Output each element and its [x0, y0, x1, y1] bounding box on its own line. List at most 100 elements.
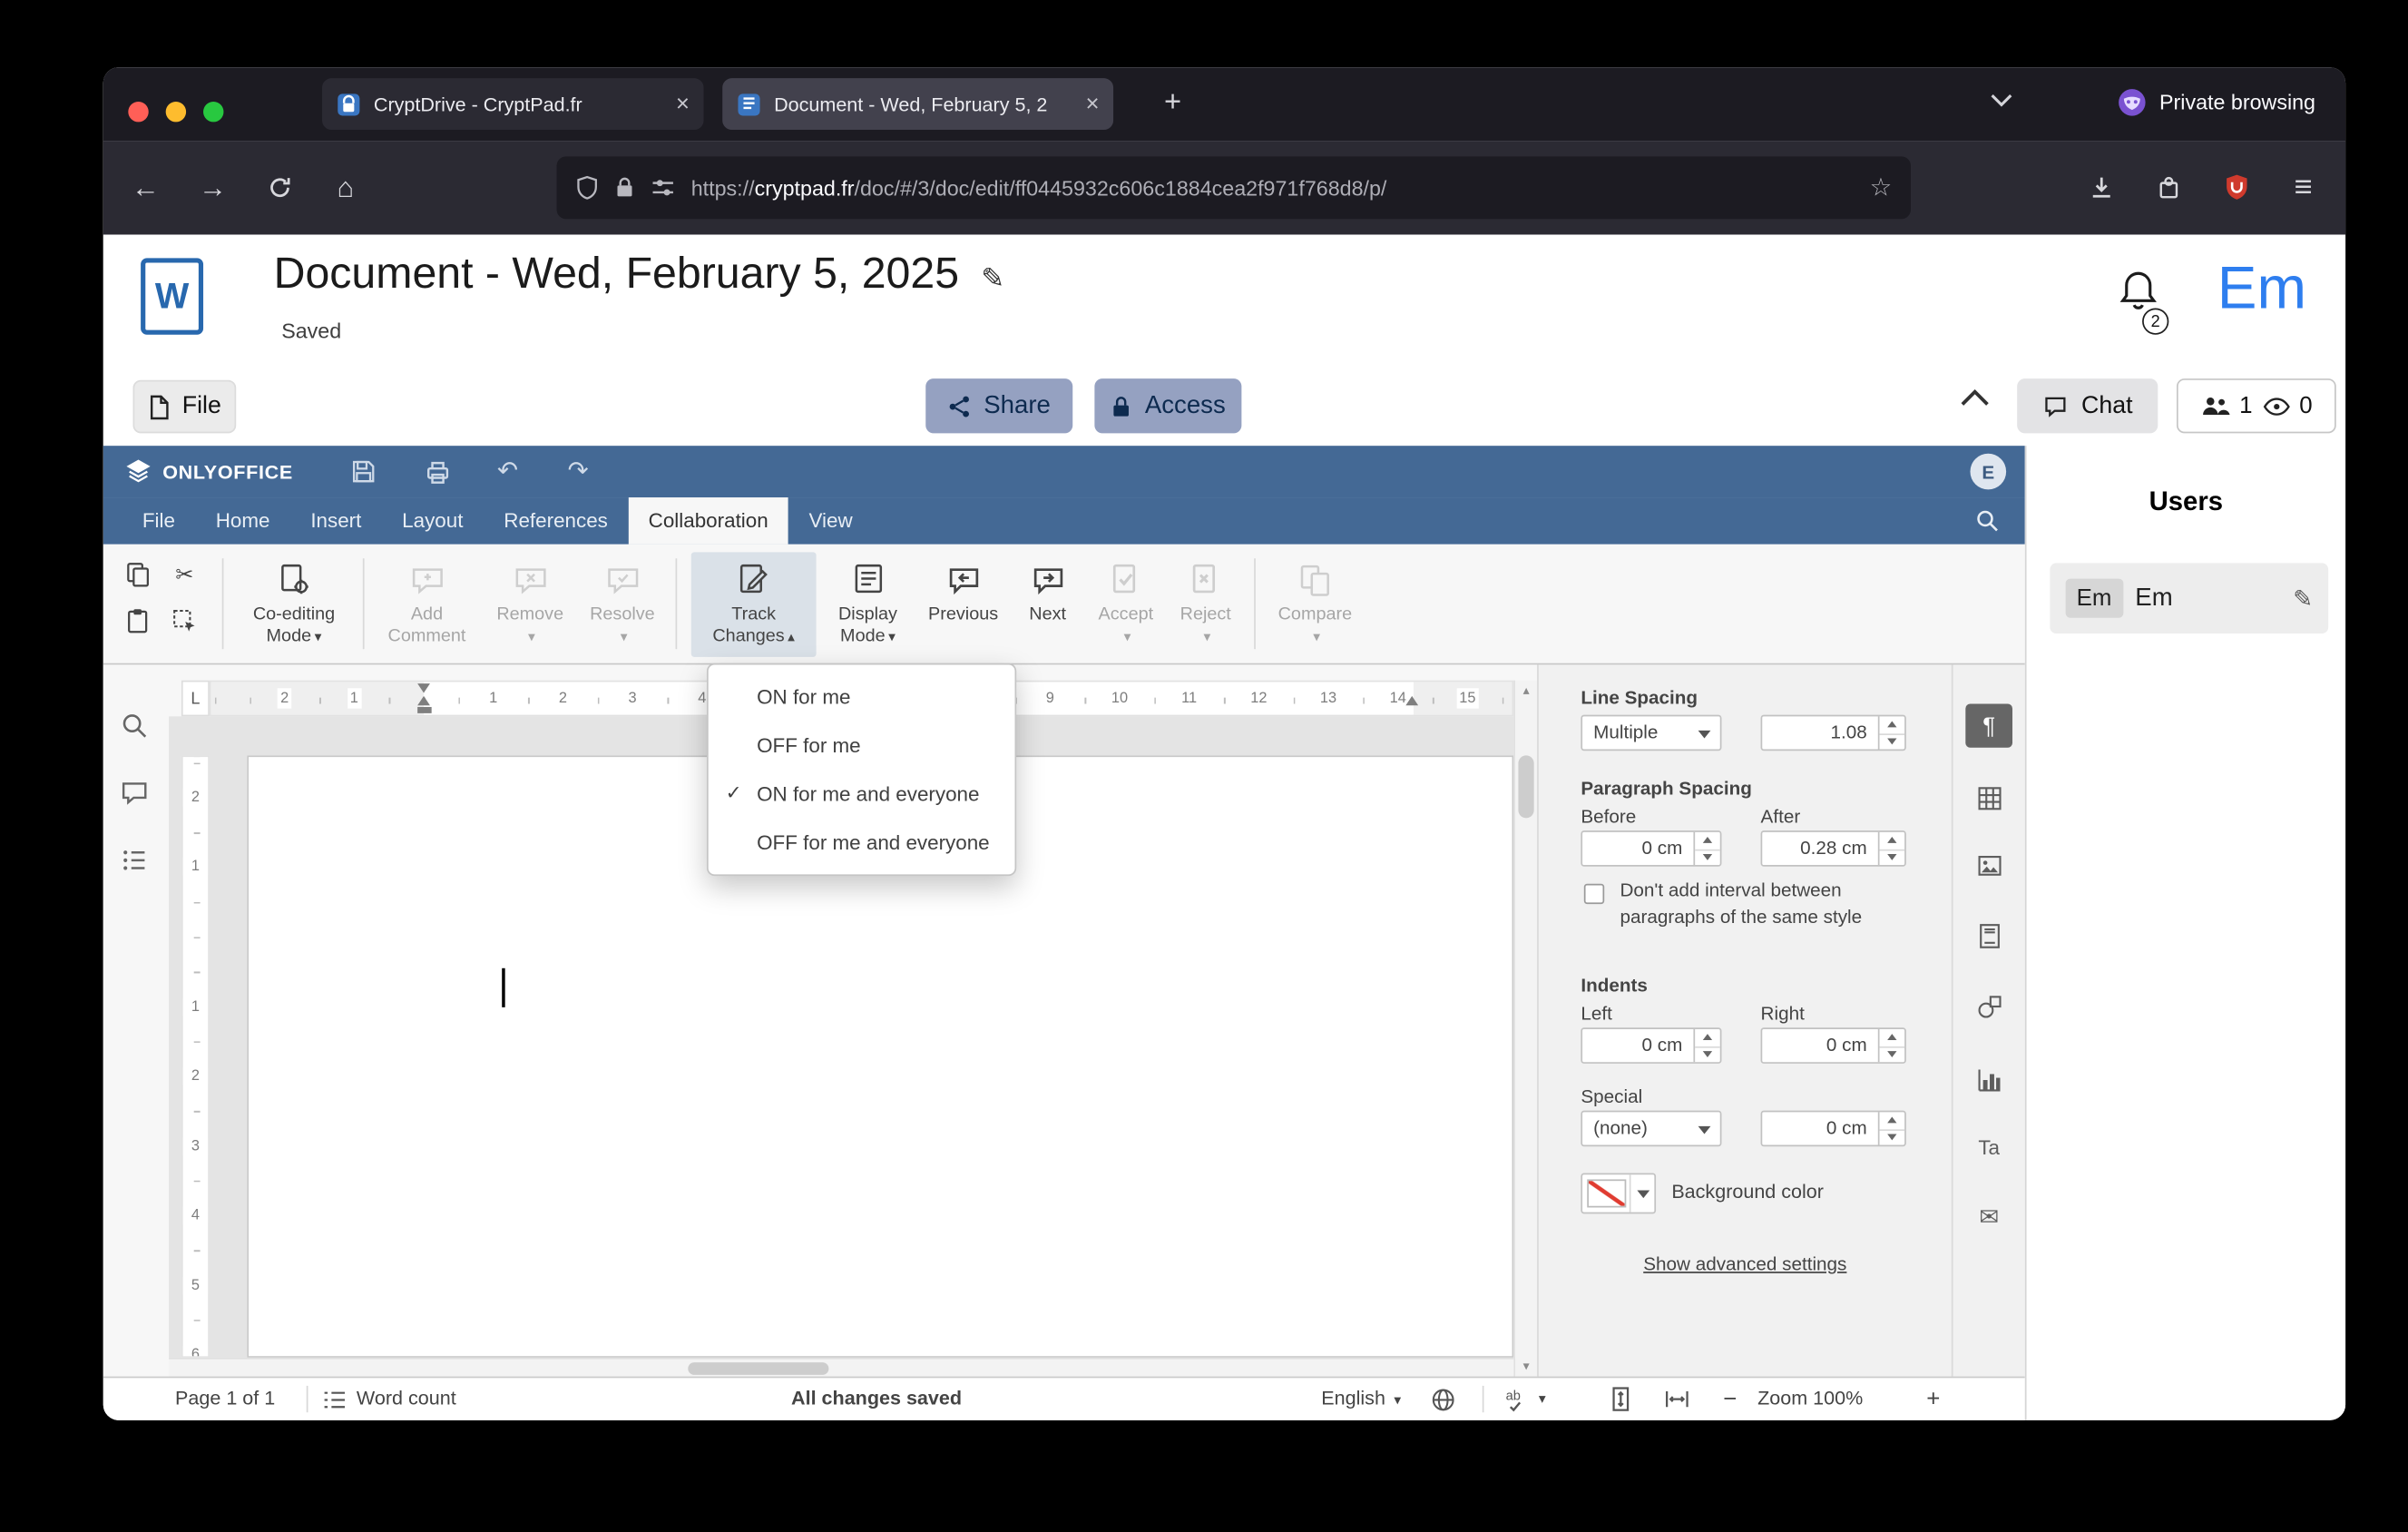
find-icon[interactable] — [121, 712, 149, 748]
tab-layout[interactable]: Layout — [382, 497, 484, 545]
header-footer-settings-icon[interactable] — [1965, 913, 2012, 957]
spacing-after-field[interactable]: 0.28 cm — [1760, 830, 1906, 867]
left-indent-marker[interactable] — [416, 695, 430, 706]
menu-item-off-for-everyone[interactable]: OFF for me and everyone — [709, 818, 1015, 866]
tab-collaboration[interactable]: Collaboration — [628, 497, 789, 545]
minimize-window-button[interactable] — [165, 102, 187, 123]
home-button[interactable]: ⌂ — [324, 166, 367, 210]
show-advanced-settings-link[interactable]: Show advanced settings — [1539, 1252, 1952, 1274]
notifications-bell[interactable]: 2 — [2117, 269, 2173, 335]
menu-item-off-for-me[interactable]: OFF for me — [709, 721, 1015, 769]
presence-indicator[interactable]: 1 0 — [2176, 378, 2336, 434]
spinner-buttons[interactable] — [1693, 831, 1720, 866]
vertical-ruler[interactable]: 2 1 1 2 3 4 5 6 — [181, 755, 210, 1358]
background-color-picker[interactable] — [1581, 1173, 1657, 1214]
zoom-window-button[interactable] — [203, 102, 224, 123]
edit-title-pencil-icon[interactable]: ✎ — [981, 263, 1004, 294]
share-button[interactable]: Share — [925, 378, 1073, 434]
zoom-out-button[interactable]: − — [1723, 1378, 1737, 1420]
tab-references[interactable]: References — [484, 497, 628, 545]
permissions-icon[interactable] — [651, 175, 676, 201]
spinner-buttons[interactable] — [1877, 716, 1905, 750]
print-button[interactable] — [424, 458, 452, 495]
tab-insert[interactable]: Insert — [290, 497, 382, 545]
user-list-item[interactable]: Em Em ✎ — [2050, 563, 2329, 633]
scroll-up-arrow[interactable]: ▴ — [1515, 681, 1537, 701]
special-select[interactable]: (none) — [1581, 1110, 1722, 1147]
extensions-puzzle-icon[interactable] — [2147, 166, 2190, 210]
document-title[interactable]: Document - Wed, February 5, 2025 ✎ — [274, 249, 1005, 299]
save-button[interactable] — [350, 458, 377, 493]
track-changes-button[interactable]: Track Changes ▴ — [690, 552, 817, 657]
language-selector[interactable]: English ▾ — [1321, 1378, 1401, 1420]
left-indent-handle[interactable] — [416, 706, 431, 713]
mail-merge-icon[interactable]: ✉ — [1965, 1195, 2012, 1239]
no-interval-checkbox[interactable] — [1583, 883, 1605, 905]
list-tabs-chevron-icon[interactable] — [1989, 93, 2014, 108]
bookmark-star-icon[interactable]: ☆ — [1870, 172, 1893, 203]
remove-comment-button[interactable]: Remove ▾ — [488, 552, 573, 656]
forward-button[interactable]: → — [191, 166, 234, 210]
line-spacing-amount-field[interactable]: 1.08 — [1760, 714, 1906, 751]
comments-panel-icon[interactable] — [121, 779, 149, 815]
vertical-scroll-thumb[interactable] — [1518, 755, 1534, 819]
text-art-settings-icon[interactable]: Ta — [1965, 1124, 2012, 1168]
url-text[interactable]: https://cryptpad.fr/doc/#/3/doc/edit/ff0… — [691, 176, 1855, 200]
zoom-in-button[interactable]: + — [1926, 1378, 1940, 1420]
image-settings-icon[interactable] — [1965, 843, 2012, 887]
display-mode-button[interactable]: Display Mode ▾ — [823, 552, 914, 656]
spell-check-toggle-icon[interactable]: ab — [1504, 1386, 1531, 1417]
table-settings-icon[interactable] — [1965, 776, 2012, 820]
scroll-down-arrow[interactable]: ▾ — [1515, 1356, 1537, 1376]
redo-button[interactable]: ↷ — [568, 458, 589, 486]
file-button[interactable]: File — [132, 379, 237, 434]
word-count-label[interactable]: Word count — [357, 1378, 456, 1420]
special-amount-field[interactable]: 0 cm — [1760, 1110, 1906, 1147]
menu-hamburger-icon[interactable]: ≡ — [2281, 166, 2325, 210]
edit-name-pencil-icon[interactable]: ✎ — [2293, 584, 2313, 612]
menu-item-on-for-everyone[interactable]: ✓ ON for me and everyone — [709, 770, 1015, 818]
tab-file[interactable]: File — [122, 497, 195, 545]
navigation-headings-icon[interactable] — [121, 846, 149, 882]
tab-stop-selector[interactable]: L — [181, 680, 210, 717]
spinner-buttons[interactable] — [1877, 1112, 1905, 1145]
select-all-icon[interactable] — [169, 605, 200, 636]
horizontal-scrollbar[interactable] — [169, 1357, 1514, 1377]
lock-icon[interactable] — [614, 175, 634, 201]
spacing-before-field[interactable]: 0 cm — [1581, 830, 1722, 867]
undo-button[interactable]: ↶ — [497, 458, 518, 486]
first-line-indent-marker[interactable] — [416, 683, 430, 693]
accept-change-button[interactable]: Accept ▾ — [1088, 552, 1163, 656]
reject-change-button[interactable]: Reject ▾ — [1170, 552, 1241, 656]
next-change-button[interactable]: Next — [1013, 552, 1082, 656]
document-language-globe-icon[interactable] — [1431, 1388, 1456, 1418]
copy-icon[interactable] — [122, 558, 152, 589]
menu-item-on-for-me[interactable]: ON for me — [709, 673, 1015, 721]
chevron-down-icon[interactable]: ▾ — [1539, 1378, 1546, 1420]
line-spacing-select[interactable]: Multiple — [1581, 714, 1722, 751]
ublock-extension-icon[interactable] — [2214, 166, 2257, 210]
new-tab-button[interactable]: + — [1152, 83, 1193, 123]
indent-left-field[interactable]: 0 cm — [1581, 1027, 1722, 1064]
paragraph-settings-icon[interactable]: ¶ — [1965, 703, 2013, 748]
user-avatar-initials[interactable]: Em — [2217, 257, 2306, 324]
collapse-toolbar-chevron-icon[interactable] — [1958, 388, 1999, 422]
chart-settings-icon[interactable] — [1965, 1057, 2012, 1101]
office-user-avatar[interactable]: E — [1970, 453, 2007, 490]
horizontal-scroll-thumb[interactable] — [688, 1362, 829, 1375]
close-tab-icon[interactable]: × — [1085, 91, 1099, 117]
add-comment-button[interactable]: Add Comment — [376, 552, 479, 656]
shape-settings-icon[interactable] — [1965, 984, 2012, 1027]
tab-home[interactable]: Home — [195, 497, 290, 545]
compare-button[interactable]: Compare ▾ — [1269, 552, 1360, 656]
word-count-icon[interactable] — [322, 1388, 347, 1418]
resolve-button[interactable]: Resolve ▾ — [579, 552, 667, 656]
zoom-level[interactable]: Zoom 100% — [1757, 1378, 1863, 1420]
page-indicator[interactable]: Page 1 of 1 — [175, 1378, 275, 1420]
close-window-button[interactable] — [128, 102, 149, 123]
back-button[interactable]: ← — [123, 166, 167, 210]
chat-button[interactable]: Chat — [2017, 378, 2158, 434]
tab-view[interactable]: View — [788, 497, 873, 545]
tab-cryptdrive[interactable]: CryptDrive - CryptPad.fr × — [322, 78, 704, 131]
access-button[interactable]: Access — [1094, 378, 1242, 434]
